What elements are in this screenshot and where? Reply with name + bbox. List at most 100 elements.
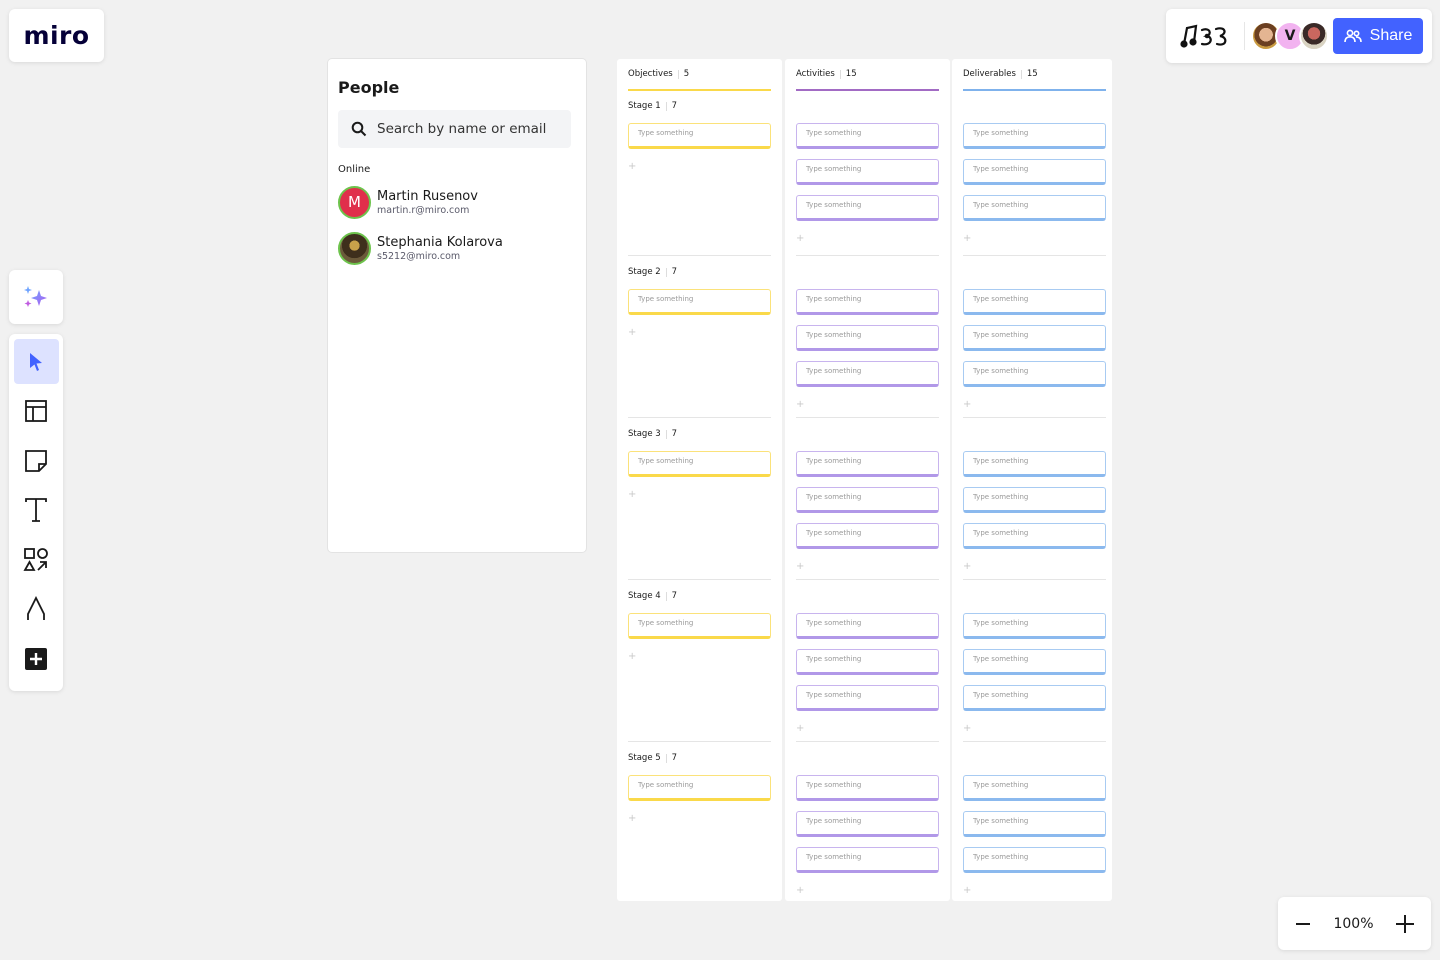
add-card-button[interactable]: +	[963, 561, 971, 572]
stage-section: Type something Type something Type somethi…	[963, 255, 1106, 417]
add-card-button[interactable]: +	[796, 399, 804, 410]
card-input[interactable]: Type something	[628, 775, 771, 801]
stage-name: Stage 5	[628, 753, 661, 763]
add-card-button[interactable]: +	[963, 723, 971, 734]
add-card-button[interactable]: +	[963, 885, 971, 896]
card-input[interactable]: Type something	[796, 361, 939, 387]
top-right-bar: V Share	[1166, 9, 1432, 63]
card-input[interactable]: Type something	[796, 811, 939, 837]
stage-divider	[796, 579, 939, 580]
column-accent-line	[963, 89, 1106, 91]
card-input[interactable]: Type something	[796, 847, 939, 873]
card-input[interactable]: Type something	[963, 361, 1106, 387]
person-item[interactable]: Stephania Kolarova s5212@miro.com	[338, 225, 576, 271]
person-item[interactable]: M Martin Rusenov martin.r@miro.com	[338, 179, 576, 225]
board-doodle-icon[interactable]	[1178, 21, 1234, 51]
card-input[interactable]: Type something	[963, 159, 1106, 185]
stage-section: Type something Type something Type somethi…	[796, 255, 939, 417]
add-card-button[interactable]: +	[963, 233, 971, 244]
pen-tool[interactable]	[14, 587, 59, 632]
shapes-tool[interactable]	[14, 537, 59, 582]
card-input[interactable]: Type something	[796, 159, 939, 185]
card-input[interactable]: Type something	[963, 613, 1106, 639]
card-input[interactable]: Type something	[796, 613, 939, 639]
zoom-out-button[interactable]	[1294, 915, 1312, 933]
stage-section: Stage 1 7 Type something +	[628, 93, 771, 255]
zoom-level[interactable]: 100%	[1333, 916, 1373, 932]
card-input[interactable]: Type something	[628, 613, 771, 639]
add-card-button[interactable]: +	[796, 723, 804, 734]
card-input[interactable]: Type something	[963, 811, 1106, 837]
card-input[interactable]: Type something	[963, 487, 1106, 513]
card-input[interactable]: Type something	[796, 775, 939, 801]
miro-logo[interactable]: miro	[9, 9, 104, 62]
minus-icon	[1296, 922, 1310, 925]
add-card-button[interactable]: +	[796, 233, 804, 244]
card-input[interactable]: Type something	[796, 523, 939, 549]
search-input[interactable]	[377, 121, 567, 137]
card-input[interactable]: Type something	[963, 523, 1106, 549]
avatar[interactable]	[1299, 21, 1329, 51]
select-tool[interactable]	[13, 339, 59, 384]
add-card-button[interactable]: +	[628, 489, 636, 500]
person-name: Stephania Kolarova	[377, 234, 503, 250]
collaborator-avatars: V	[1251, 21, 1329, 51]
add-card-button[interactable]: +	[796, 561, 804, 572]
card-input[interactable]: Type something	[963, 195, 1106, 221]
add-card-button[interactable]: +	[628, 651, 636, 662]
column-accent-line	[796, 89, 939, 91]
card-input[interactable]: Type something	[963, 649, 1106, 675]
card-input[interactable]: Type something	[796, 289, 939, 315]
card-input[interactable]: Type something	[963, 289, 1106, 315]
card-input[interactable]: Type something	[628, 289, 771, 315]
card-input[interactable]: Type something	[628, 123, 771, 149]
card-input[interactable]: Type something	[628, 451, 771, 477]
sparkles-icon	[24, 286, 47, 307]
card-input[interactable]: Type something	[796, 487, 939, 513]
person-name: Martin Rusenov	[377, 188, 478, 204]
card-input[interactable]: Type something	[796, 451, 939, 477]
card-input[interactable]: Type something	[963, 847, 1106, 873]
avatar	[338, 231, 371, 265]
people-panel: People Online M Martin Rusenov martin.r@…	[328, 59, 586, 552]
card-input[interactable]: Type something	[963, 451, 1106, 477]
text-tool[interactable]	[14, 488, 59, 533]
card-input[interactable]: Type something	[963, 325, 1106, 351]
avatar: M	[338, 185, 371, 219]
plus-square-icon	[25, 648, 47, 671]
stage-count: 7	[671, 753, 678, 763]
search-icon	[351, 121, 367, 137]
stage-section: Type something Type something Type somethi…	[963, 741, 1106, 903]
stage-label: Stage 1 7	[628, 101, 677, 111]
zoom-in-button[interactable]	[1395, 914, 1415, 934]
card-input[interactable]: Type something	[796, 123, 939, 149]
add-card-button[interactable]: +	[628, 813, 636, 824]
card-input[interactable]: Type something	[963, 775, 1106, 801]
stage-divider	[963, 741, 1106, 742]
layout-icon	[25, 400, 47, 422]
column-count: 5	[683, 69, 690, 79]
card-input[interactable]: Type something	[963, 685, 1106, 711]
sticky-note-tool[interactable]	[14, 438, 59, 483]
search-box[interactable]	[338, 110, 571, 148]
share-button[interactable]: Share	[1333, 18, 1423, 54]
templates-tool[interactable]	[14, 389, 59, 434]
add-card-button[interactable]: +	[628, 327, 636, 338]
stage-divider	[963, 417, 1106, 418]
card-input[interactable]: Type something	[963, 123, 1106, 149]
column-activities: Activities 15 Type something Type somethin…	[785, 59, 950, 901]
add-card-button[interactable]: +	[796, 885, 804, 896]
more-tools[interactable]	[14, 637, 59, 682]
stage-divider	[796, 255, 939, 256]
ai-assistant-button[interactable]	[9, 270, 63, 324]
card-input[interactable]: Type something	[796, 325, 939, 351]
add-card-button[interactable]: +	[963, 399, 971, 410]
card-input[interactable]: Type something	[796, 685, 939, 711]
card-input[interactable]: Type something	[796, 649, 939, 675]
add-card-button[interactable]: +	[628, 161, 636, 172]
stage-divider	[628, 255, 771, 256]
logo-text: miro	[23, 21, 90, 50]
panel-title: People	[338, 78, 400, 97]
stage-label: Stage 4 7	[628, 591, 677, 601]
card-input[interactable]: Type something	[796, 195, 939, 221]
